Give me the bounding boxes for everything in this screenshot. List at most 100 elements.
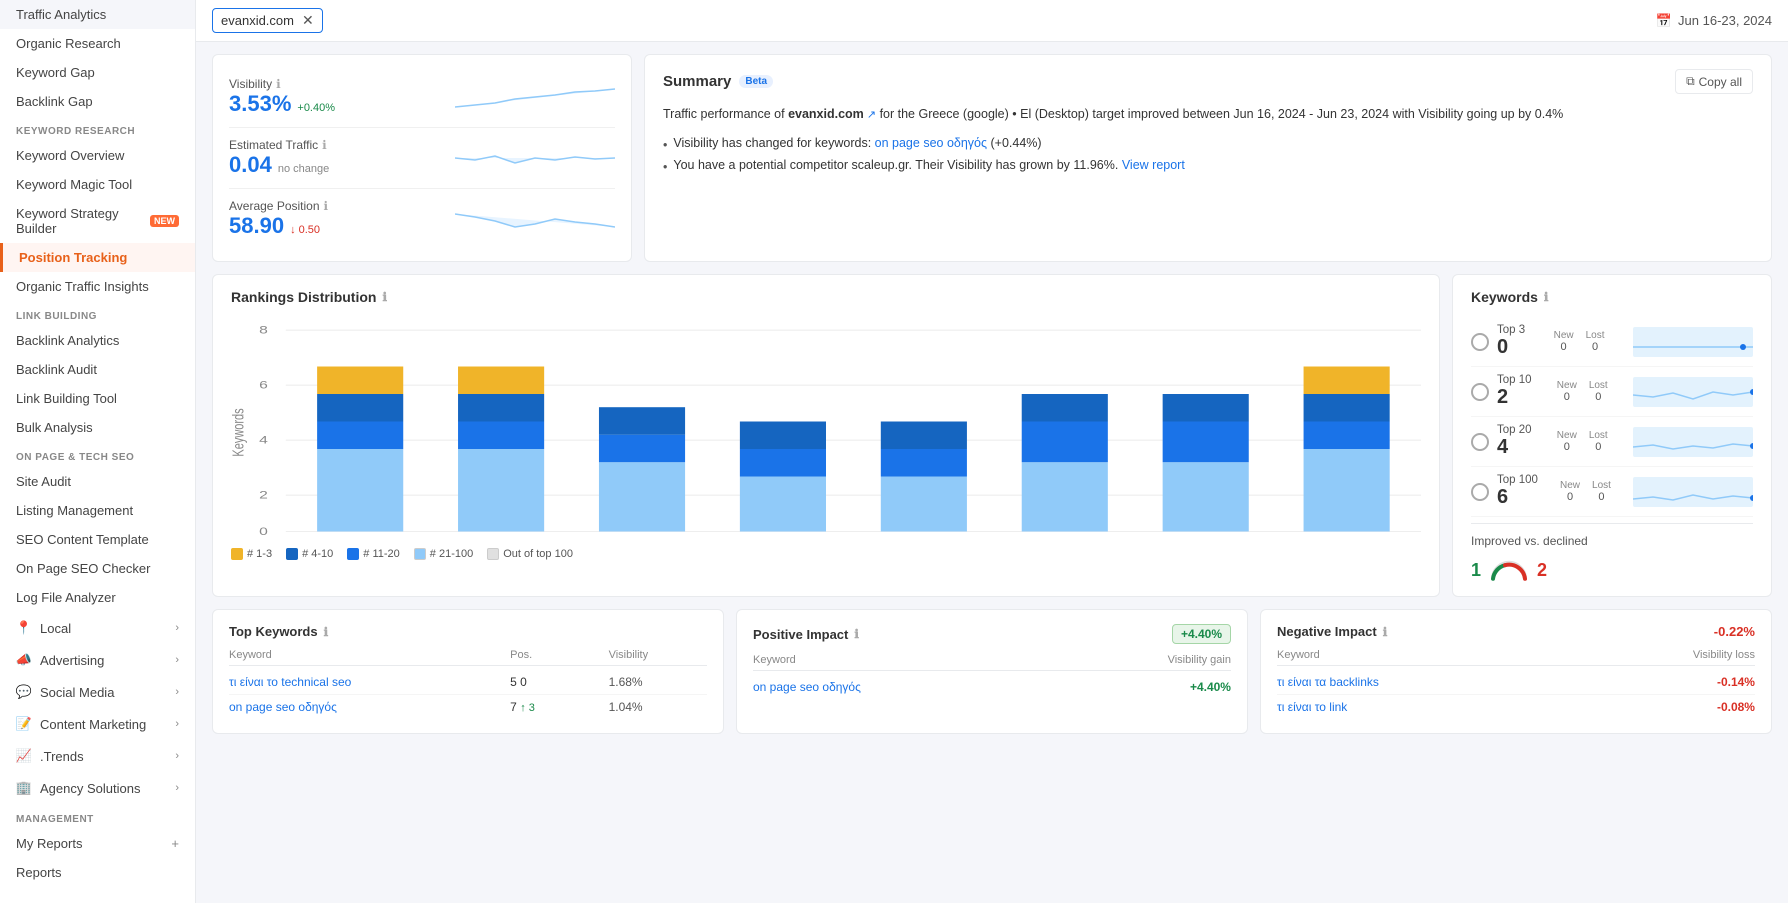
keyword-link[interactable]: τι είναι τα backlinks <box>1277 675 1596 689</box>
add-icon: + <box>171 836 179 851</box>
sidebar-item-label: Keyword Magic Tool <box>16 177 132 192</box>
keyword-link[interactable]: τι είναι το technical seo <box>229 675 510 689</box>
content-area: Visibility ℹ 3.53% +0.40% <box>196 42 1788 746</box>
improved-row: 1 2 <box>1471 558 1753 582</box>
sidebar-item-keyword-strategy-builder[interactable]: Keyword Strategy Builder NEW <box>0 199 195 243</box>
sidebar-item-label: My Reports <box>16 836 82 851</box>
info-icon[interactable]: ℹ <box>322 138 327 152</box>
info-icon[interactable]: ℹ <box>276 77 281 91</box>
negative-impact-header: Keyword Visibility loss <box>1277 649 1755 666</box>
info-icon[interactable]: ℹ <box>324 199 329 213</box>
rankings-bar-chart: 8 6 4 2 0 <box>231 317 1421 537</box>
expandable-label: Agency Solutions <box>40 781 140 796</box>
negative-impact-card: Negative Impact ℹ -0.22% Keyword Visibil… <box>1260 609 1772 734</box>
top-keywords-header: Keyword Pos. Visibility <box>229 649 707 666</box>
section-management: MANAGEMENT <box>0 804 195 829</box>
sidebar-item-link-building-tool[interactable]: Link Building Tool <box>0 384 195 413</box>
sidebar-item-my-reports[interactable]: My Reports + <box>0 829 195 858</box>
up-arrow-icon: ↑ 3 <box>520 702 535 714</box>
sidebar-item-label: Keyword Overview <box>16 148 124 163</box>
sidebar-expandable-local[interactable]: 📍 Local › <box>0 612 195 644</box>
sidebar-item-position-tracking[interactable]: Position Tracking <box>0 243 195 272</box>
section-keyword-research: KEYWORD RESEARCH <box>0 116 195 141</box>
kw-circle <box>1471 383 1489 401</box>
sidebar-item-on-page-seo-checker[interactable]: On Page SEO Checker <box>0 554 195 583</box>
summary-header: Summary Beta ⧉ Copy all <box>663 69 1753 94</box>
kw-circle <box>1471 433 1489 451</box>
content-marketing-icon: 📝 <box>16 716 32 732</box>
view-report-link[interactable]: View report <box>1122 158 1185 172</box>
sidebar-item-backlink-audit[interactable]: Backlink Audit <box>0 355 195 384</box>
sidebar-item-label: Log File Analyzer <box>16 590 116 605</box>
sidebar-expandable-social-media[interactable]: 💬 Social Media › <box>0 676 195 708</box>
positive-impact-header: Keyword Visibility gain <box>753 654 1231 671</box>
keyword-link[interactable]: τι είναι το link <box>1277 700 1596 714</box>
position-label: Average Position ℹ <box>229 199 328 213</box>
improved-declined-section: Improved vs. declined 1 2 <box>1471 523 1753 582</box>
close-domain-button[interactable]: ✕ <box>302 12 314 29</box>
top20-sparkline <box>1633 427 1753 457</box>
sidebar-item-backlink-analytics[interactable]: Backlink Analytics <box>0 326 195 355</box>
sidebar-item-site-audit[interactable]: Site Audit <box>0 467 195 496</box>
sidebar-item-keyword-overview[interactable]: Keyword Overview <box>0 141 195 170</box>
position-value: 7 ↑ 3 <box>510 700 608 714</box>
legend-color <box>414 548 426 560</box>
kw-circle <box>1471 483 1489 501</box>
legend-color <box>487 548 499 560</box>
keyword-link[interactable]: on page seo οδηγός <box>875 136 987 150</box>
info-icon[interactable]: ℹ <box>1383 625 1388 639</box>
sidebar-item-organic-research[interactable]: Organic Research <box>0 29 195 58</box>
sidebar-item-label: Backlink Audit <box>16 362 97 377</box>
top100-sparkline <box>1633 477 1753 507</box>
traffic-change: no change <box>278 163 329 175</box>
sidebar-item-backlink-gap[interactable]: Backlink Gap <box>0 87 195 116</box>
domain-tag[interactable]: evanxid.com ✕ <box>212 8 323 33</box>
sidebar-expandable-advertising[interactable]: 📣 Advertising › <box>0 644 195 676</box>
sidebar-expandable-content-marketing[interactable]: 📝 Content Marketing › <box>0 708 195 740</box>
sidebar-item-listing-management[interactable]: Listing Management <box>0 496 195 525</box>
keywords-card: Keywords ℹ Top 3 0 New0 Lost0 <box>1452 274 1772 597</box>
bar-chart-container: 8 6 4 2 0 <box>231 317 1421 557</box>
sidebar-item-label: Position Tracking <box>19 250 127 265</box>
chevron-right-icon: › <box>175 750 179 762</box>
bar-top100 <box>317 449 403 532</box>
summary-bullets: • Visibility has changed for keywords: o… <box>663 133 1753 177</box>
sidebar-item-keyword-magic-tool[interactable]: Keyword Magic Tool <box>0 170 195 199</box>
legend-4-10: # 4-10 <box>286 548 333 560</box>
sidebar-expandable-trends[interactable]: 📈 .Trends › <box>0 740 195 772</box>
sidebar-expandable-agency-solutions[interactable]: 🏢 Agency Solutions › <box>0 772 195 804</box>
table-row: τι είναι το technical seo 5 0 1.68% <box>229 670 707 695</box>
summary-domain: evanxid.com <box>788 107 864 121</box>
kw-circle <box>1471 333 1489 351</box>
position-value: 5 0 <box>510 675 608 689</box>
info-icon[interactable]: ℹ <box>382 290 387 304</box>
bullet-1: • Visibility has changed for keywords: o… <box>663 133 1753 155</box>
svg-text:2: 2 <box>259 489 268 501</box>
info-icon[interactable]: ℹ <box>1544 290 1549 304</box>
sidebar-item-keyword-gap[interactable]: Keyword Gap <box>0 58 195 87</box>
traffic-chart <box>455 138 615 178</box>
sidebar-item-organic-traffic-insights[interactable]: Organic Traffic Insights <box>0 272 195 301</box>
svg-text:8: 8 <box>259 324 268 336</box>
top-keywords-card: Top Keywords ℹ Keyword Pos. Visibility τ… <box>212 609 724 734</box>
domain-name: evanxid.com <box>221 13 294 28</box>
keyword-link[interactable]: on page seo οδηγός <box>753 680 1072 694</box>
visibility-change: +0.40% <box>297 102 335 114</box>
positive-impact-title: Positive Impact ℹ +4.40% <box>753 624 1231 644</box>
sidebar-item-label: Site Audit <box>16 474 71 489</box>
visibility-value: 1.68% <box>609 675 707 689</box>
sidebar-item-log-file-analyzer[interactable]: Log File Analyzer <box>0 583 195 612</box>
sidebar-item-reports[interactable]: Reports <box>0 858 195 887</box>
sidebar-item-label: Keyword Strategy Builder <box>16 206 142 236</box>
keywords-top20-row: Top 20 4 New0 Lost0 <box>1471 417 1753 467</box>
info-icon[interactable]: ℹ <box>854 627 859 641</box>
copy-all-button[interactable]: ⧉ Copy all <box>1675 69 1753 94</box>
keyword-link[interactable]: on page seo οδηγός <box>229 700 510 714</box>
chevron-right-icon: › <box>175 718 179 730</box>
info-icon[interactable]: ℹ <box>324 625 329 639</box>
legend-21-100: # 21-100 <box>414 548 473 560</box>
sidebar-item-traffic-analytics[interactable]: Traffic Analytics <box>0 0 195 29</box>
sidebar-item-bulk-analysis[interactable]: Bulk Analysis <box>0 413 195 442</box>
external-link-icon[interactable]: ↗ <box>864 109 876 121</box>
sidebar-item-seo-content-template[interactable]: SEO Content Template <box>0 525 195 554</box>
